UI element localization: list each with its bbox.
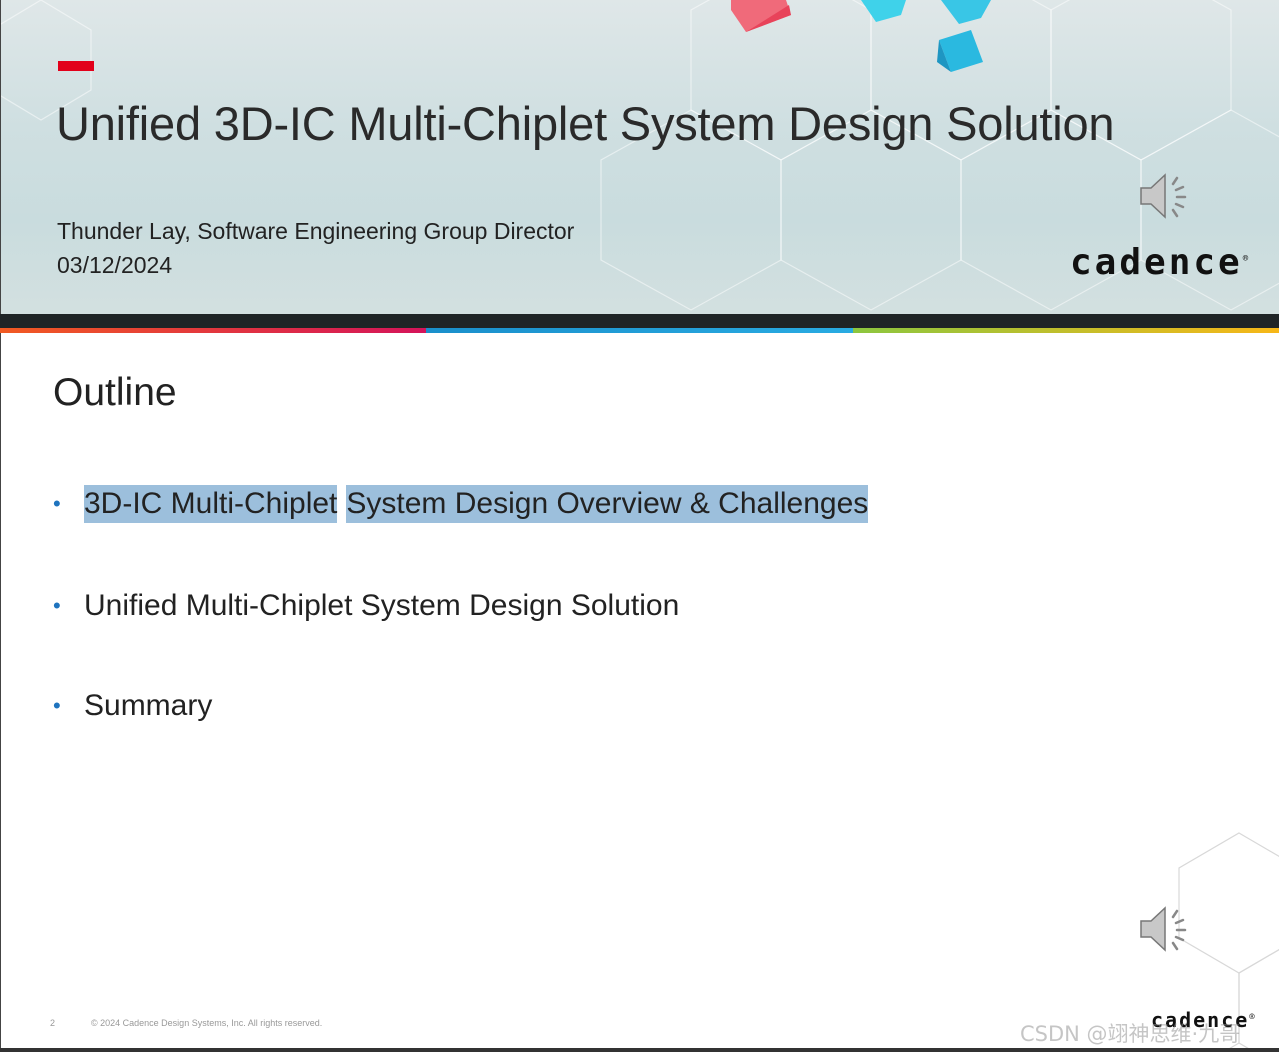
speaker-icon[interactable] [1137,903,1193,955]
page-title: Outline [53,371,177,414]
bullet-icon: • [53,693,61,718]
title-slide: Unified 3D-IC Multi-Chiplet System Desig… [0,0,1279,314]
presenter-name: Thunder Lay, Software Engineering Group … [57,218,575,244]
bullet-icon: • [53,593,61,618]
cadence-logo: cadence® [1070,242,1252,283]
decorative-cubes [731,0,991,72]
slide-separator [0,314,1279,328]
copyright-text: © 2024 Cadence Design Systems, Inc. All … [91,1018,323,1028]
title-accent-bar [58,61,94,71]
outline-slide: Outline • 3D-IC Multi-Chiplet System Desi… [0,333,1279,1048]
speaker-icon[interactable] [1137,170,1193,222]
outline-item-3[interactable]: • Summary [53,689,212,723]
outline-item-text[interactable]: Unified Multi-Chiplet System Design Solu… [84,589,679,623]
outline-item-2[interactable]: • Unified Multi-Chiplet System Design So… [53,589,679,623]
outline-item-text[interactable]: System Design Overview & Challenges [346,485,869,523]
outline-item-1[interactable]: • 3D-IC Multi-Chiplet System Design Overv… [53,485,869,523]
watermark-text: CSDN @翊神思维·九哥 [1020,1022,1241,1046]
slide-title: Unified 3D-IC Multi-Chiplet System Desig… [56,97,1115,150]
bottom-border [0,1048,1279,1052]
outline-item-text[interactable]: 3D-IC Multi-Chiplet [84,485,338,523]
presentation-date: 03/12/2024 [57,252,173,278]
outline-item-text[interactable]: Summary [84,689,212,723]
slide-number: 2 [50,1018,56,1028]
bullet-icon: • [53,491,61,516]
